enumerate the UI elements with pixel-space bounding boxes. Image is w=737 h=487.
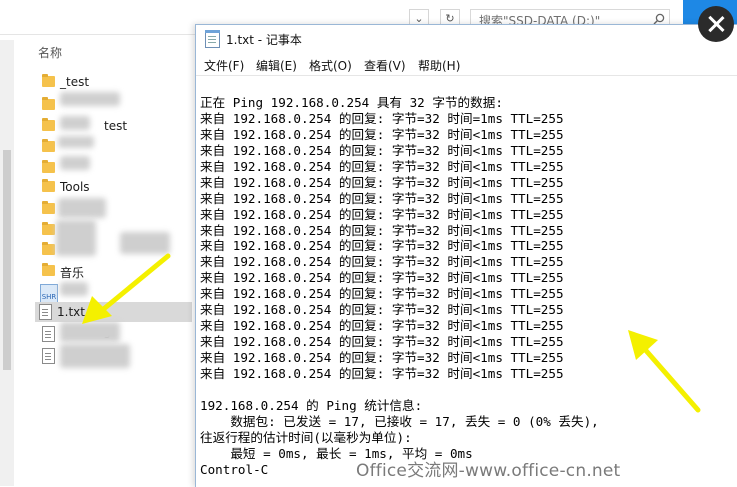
text-line: 来自 192.168.0.254 的回复: 字节=32 时间<1ms TTL=2… (200, 334, 564, 350)
text-line: 来自 192.168.0.254 的回复: 字节=32 时间<1ms TTL=2… (200, 238, 564, 254)
text-line: 来自 192.168.0.254 的回复: 字节=32 时间<1ms TTL=2… (200, 270, 564, 286)
notepad-icon (205, 30, 220, 48)
text-line: 192.168.0.254 的 Ping 统计信息: (200, 397, 423, 413)
folder-icon (42, 97, 55, 110)
notepad-titlebar[interactable]: 1.txt - 记事本 (196, 25, 737, 53)
menu-bar: 文件(F) 编辑(E) 格式(O) 查看(V) 帮助(H) (196, 53, 737, 76)
folder-icon (42, 160, 55, 173)
file-icon: SHR (40, 284, 58, 303)
file-name: test (104, 119, 128, 133)
text-line: 来自 192.168.0.254 的回复: 字节=32 时间<1ms TTL=2… (200, 318, 564, 334)
folder-icon (42, 118, 55, 131)
text-line: 来自 192.168.0.254 的回复: 字节=32 时间<1ms TTL=2… (200, 222, 564, 238)
text-line: 来自 192.168.0.254 的回复: 字节=32 时间<1ms TTL=2… (200, 302, 564, 318)
text-line (200, 382, 730, 398)
text-line: 正在 Ping 192.168.0.254 具有 32 字节的数据: (200, 95, 503, 110)
file-list-item[interactable]: Tools (38, 177, 198, 197)
scrollbar-thumb[interactable] (3, 150, 11, 370)
folder-icon (42, 74, 55, 87)
file-name: _test (60, 75, 90, 89)
redaction-blur (58, 198, 106, 218)
window-title: 1.txt - 记事本 (226, 33, 302, 47)
notepad-window: 1.txt - 记事本 文件(F) 编辑(E) 格式(O) 查看(V) 帮助(H… (195, 24, 737, 487)
text-line: 来自 192.168.0.254 的回复: 字节=32 时间<1ms TTL=2… (200, 254, 564, 270)
file-list-item[interactable]: 1.txt (35, 302, 192, 322)
menu-file[interactable]: 文件(F) (204, 57, 244, 74)
menu-format[interactable]: 格式(O) (309, 57, 352, 74)
redaction-blur (60, 156, 90, 170)
text-line: 来自 192.168.0.254 的回复: 字节=32 时间=1ms TTL=2… (200, 110, 564, 126)
menu-view[interactable]: 查看(V) (364, 57, 406, 74)
redaction-blur (58, 136, 94, 148)
text-line: 来自 192.168.0.254 的回复: 字节=32 时间<1ms TTL=2… (200, 350, 564, 365)
text-line: 来自 192.168.0.254 的回复: 字节=32 时间<1ms TTL=2… (200, 158, 564, 174)
folder-icon (42, 263, 55, 276)
text-line: 来自 192.168.0.254 的回复: 字节=32 时间<1ms TTL=2… (200, 286, 564, 302)
redaction-blur (60, 116, 90, 130)
text-line: 来自 192.168.0.254 的回复: 字节=32 时间<1ms TTL=2… (200, 126, 564, 142)
text-editor-area[interactable]: 正在 Ping 192.168.0.254 具有 32 字节的数据: 来自 192… (200, 95, 730, 485)
text-file-icon (42, 348, 55, 364)
close-icon[interactable] (698, 6, 734, 42)
redaction-blur (60, 322, 120, 342)
menu-edit[interactable]: 编辑(E) (256, 57, 297, 74)
redaction-blur (60, 282, 88, 296)
watermark: Office交流网-www.office-cn.net (356, 461, 621, 481)
nav-pane-scrollbar[interactable] (0, 40, 14, 486)
file-list-item[interactable]: _test (38, 72, 198, 92)
text-line: 来自 192.168.0.254 的回复: 字节=32 时间<1ms TTL=2… (200, 365, 564, 381)
menu-help[interactable]: 帮助(H) (418, 57, 460, 74)
text-line: 来自 192.168.0.254 的回复: 字节=32 时间<1ms TTL=2… (200, 174, 564, 190)
text-line: 往返行程的估计时间(以毫秒为单位): (200, 429, 412, 445)
text-line: 数据包: 已发送 = 17, 已接收 = 17, 丢失 = 0 (0% 丢失), (200, 413, 599, 429)
text-file-icon (39, 304, 52, 320)
text-line: 来自 192.168.0.254 的回复: 字节=32 时间<1ms TTL=2… (200, 206, 564, 222)
file-name: 1.txt (57, 305, 85, 319)
text-file-icon (42, 326, 55, 342)
folder-icon (42, 201, 55, 214)
file-name: 音乐 (60, 266, 85, 280)
folder-icon (42, 139, 55, 152)
text-line: 来自 192.168.0.254 的回复: 字节=32 时间<1ms TTL=2… (200, 190, 564, 206)
file-name: Tools (60, 180, 90, 194)
text-line: 来自 192.168.0.254 的回复: 字节=32 时间<1ms TTL=2… (200, 142, 564, 158)
file-list-item[interactable]: 音乐 (38, 261, 198, 281)
redaction-blur (60, 344, 130, 368)
column-header-name[interactable]: 名称 (38, 44, 62, 61)
folder-icon (42, 179, 55, 192)
redaction-blur (120, 232, 170, 254)
folder-icon (42, 222, 55, 235)
redaction-blur (60, 92, 120, 106)
folder-icon (42, 242, 55, 255)
redaction-blur (56, 220, 96, 256)
